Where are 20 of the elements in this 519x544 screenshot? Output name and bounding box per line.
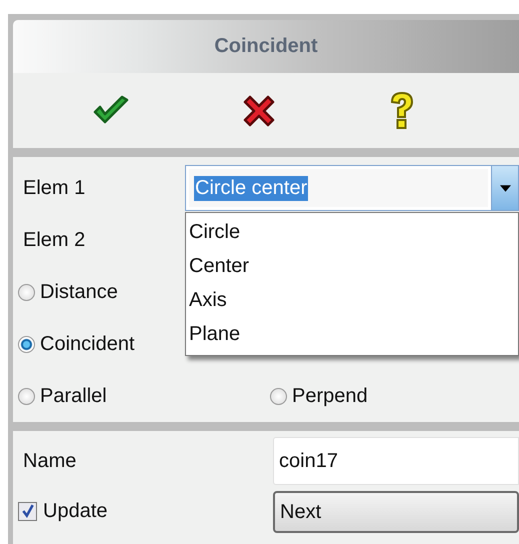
radio-button[interactable]: Parallel	[18, 384, 107, 408]
selected-text: Circle center	[194, 176, 308, 200]
dropdown-option[interactable]: Axis	[186, 283, 518, 317]
checkmark-icon	[20, 504, 34, 518]
dropdown-option[interactable]: Circle	[186, 215, 518, 249]
radio-button[interactable]: Distance	[18, 280, 118, 304]
element-dropdown[interactable]: Circle center	[185, 165, 519, 211]
field-label: Elem 1	[23, 176, 86, 200]
field-label: Elem 2	[23, 228, 86, 252]
radio-button[interactable]: Coincident	[18, 332, 135, 356]
name-field[interactable]: coin17	[273, 437, 519, 485]
next-button[interactable]: Next	[273, 491, 519, 533]
update-checkbox[interactable]: Update	[18, 500, 273, 522]
field-label: Name	[23, 450, 78, 472]
close-icon[interactable]	[241, 92, 277, 128]
dropdown-option[interactable]: Center	[186, 249, 518, 283]
help-icon[interactable]	[389, 90, 415, 130]
radio-button[interactable]: Perpend	[270, 384, 368, 408]
dialog-title: Coincident	[214, 35, 318, 58]
dropdown-option[interactable]: Plane	[186, 317, 518, 351]
